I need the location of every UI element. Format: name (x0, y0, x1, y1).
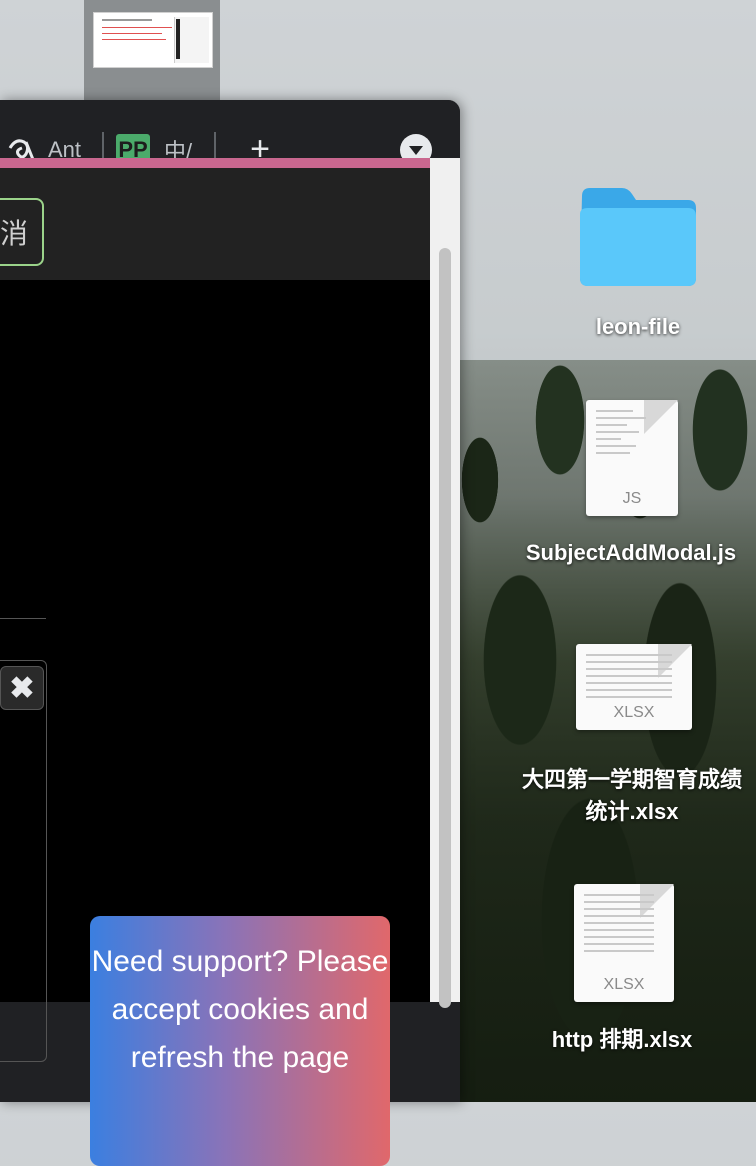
document-thumbnail[interactable] (84, 0, 220, 100)
desktop-item-label[interactable]: SubjectAddModal.js (512, 538, 750, 568)
page-content: 消 ✖ Need support? Please accept cookies … (0, 158, 430, 1166)
vertical-scrollbar[interactable] (430, 158, 460, 1008)
cancel-button[interactable]: 消 (0, 198, 44, 266)
folder-icon[interactable] (578, 186, 698, 288)
xlsx-file-icon[interactable]: XLSX (576, 644, 692, 730)
file-ext-label: XLSX (613, 704, 655, 721)
file-ext-label: JS (622, 490, 642, 507)
divider (0, 618, 46, 619)
desktop-item-label[interactable]: http 排期.xlsx (522, 1022, 722, 1054)
support-banner[interactable]: Need support? Please accept cookies and … (90, 916, 390, 1166)
js-file-icon[interactable]: JS (586, 400, 678, 516)
file-ext-label: XLSX (603, 976, 645, 993)
accent-bar (0, 158, 430, 168)
modal-panel (0, 660, 47, 1062)
desktop-item-label[interactable]: 大四第一学期智育成绩统计.xlsx (518, 764, 746, 828)
close-button[interactable]: ✖ (0, 666, 44, 710)
scrollbar-thumb[interactable] (439, 248, 451, 1008)
header-panel: 消 (0, 168, 430, 280)
desktop-item-label[interactable]: leon-file (566, 314, 710, 340)
xlsx-file-icon[interactable]: XLSX (574, 884, 674, 1002)
